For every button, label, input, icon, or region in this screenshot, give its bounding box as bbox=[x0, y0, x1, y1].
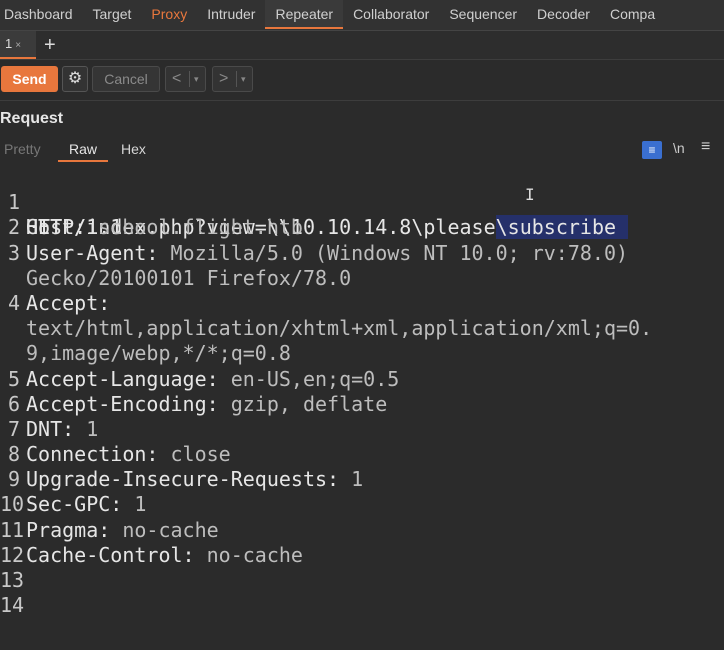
editor-line: HTTP/1.1 bbox=[0, 190, 724, 239]
header-name: Host: bbox=[26, 215, 87, 240]
editor-line: 3 User-Agent: Mozilla/5.0 (Windows NT 10.… bbox=[0, 241, 724, 266]
header-name: Connection: bbox=[26, 442, 159, 467]
editor-line: 12 Cache-Control: no-cache bbox=[0, 543, 724, 568]
divider bbox=[189, 71, 190, 87]
editor-line: 11 Pragma: no-cache bbox=[0, 518, 724, 543]
request-editor[interactable]: 1 GET /index.php?view=\\10.10.14.8\pleas… bbox=[0, 165, 724, 650]
header-value: gzip, deflate bbox=[218, 391, 388, 416]
request-view-tabs: Pretty Raw Hex bbox=[0, 138, 724, 162]
header-value: close bbox=[158, 442, 231, 467]
add-tab-icon[interactable]: + bbox=[44, 31, 56, 59]
editor-line: 8 Connection: close bbox=[0, 442, 724, 467]
editor-line: 5 Accept-Language: en-US,en;q=0.5 bbox=[0, 367, 724, 392]
header-value: text/html,application/xhtml+xml,applicat… bbox=[26, 316, 653, 341]
editor-line: 9 Upgrade-Insecure-Requests: 1 bbox=[0, 467, 724, 492]
editor-line: 13 bbox=[0, 568, 724, 593]
editor-line: 4 Accept: bbox=[0, 291, 724, 316]
header-value: Gecko/20100101 Firefox/78.0 bbox=[26, 265, 352, 290]
header-value: no-cache bbox=[110, 517, 219, 542]
editor-line: 1 GET /index.php?view=\\10.10.14.8\pleas… bbox=[0, 165, 724, 240]
gear-icon[interactable]: ⚙ bbox=[62, 66, 88, 92]
header-value: en-US,en;q=0.5 bbox=[218, 366, 400, 391]
tab-dashboard[interactable]: Dashboard bbox=[0, 0, 83, 29]
chevron-down-icon[interactable]: ▾ bbox=[241, 67, 246, 91]
repeater-tab-1[interactable]: 1 × bbox=[0, 31, 36, 59]
top-tab-bar: Dashboard Target Proxy Intruder Repeater Coll… bbox=[0, 0, 724, 31]
menu-icon[interactable]: ≡ bbox=[701, 138, 710, 156]
tab-proxy[interactable]: Proxy bbox=[141, 0, 197, 29]
tab-sequencer[interactable]: Sequencer bbox=[439, 0, 527, 29]
line-number: 14 bbox=[0, 593, 25, 618]
tab-collaborator[interactable]: Collaborator bbox=[343, 0, 439, 29]
header-value: 1 bbox=[339, 467, 364, 492]
chevron-down-icon[interactable]: ▾ bbox=[194, 67, 199, 91]
tab-comparer[interactable]: Compa bbox=[600, 0, 665, 29]
line-number: 2 bbox=[7, 215, 20, 240]
tab-intruder[interactable]: Intruder bbox=[197, 0, 265, 29]
show-newlines-toggle[interactable]: \n bbox=[673, 140, 685, 156]
editor-line: 10 Sec-GPC: 1 bbox=[0, 492, 724, 517]
history-forward-button[interactable]: > ▾ bbox=[212, 66, 253, 92]
text-cursor-icon: I bbox=[525, 185, 535, 204]
editor-line: Gecko/20100101 Firefox/78.0 bbox=[0, 266, 724, 291]
tab-target[interactable]: Target bbox=[83, 0, 142, 29]
editor-line: 6 Accept-Encoding: gzip, deflate bbox=[0, 392, 724, 417]
line-number: 13 bbox=[0, 568, 25, 592]
header-name: Accept-Encoding: bbox=[26, 391, 219, 416]
cancel-button[interactable]: Cancel bbox=[92, 66, 160, 92]
line-number: 10 bbox=[0, 492, 25, 517]
line-number: 3 bbox=[7, 240, 20, 265]
line-number: 11 bbox=[0, 517, 25, 542]
line-number: 7 bbox=[7, 416, 20, 441]
header-name: Pragma: bbox=[26, 517, 111, 542]
close-icon[interactable]: × bbox=[15, 40, 21, 51]
repeater-tab-bar: 1 × + bbox=[0, 31, 724, 60]
header-value: no-cache bbox=[194, 542, 303, 567]
tab-pretty[interactable]: Pretty bbox=[4, 138, 41, 162]
divider bbox=[236, 71, 237, 87]
header-name: Sec-GPC: bbox=[26, 492, 123, 517]
tab-decoder[interactable]: Decoder bbox=[527, 0, 600, 29]
editor-line: 9,image/webp,*/*;q=0.8 bbox=[0, 341, 724, 366]
editor-line: 2 Host: school.flight.htb bbox=[0, 215, 724, 240]
header-value: 9,image/webp,*/*;q=0.8 bbox=[26, 341, 291, 366]
editor-line: 14 bbox=[0, 593, 724, 618]
header-name: User-Agent: bbox=[26, 240, 159, 265]
header-value: school.flight.htb bbox=[86, 215, 303, 240]
wrap-lines-icon[interactable]: ≡ bbox=[642, 141, 662, 159]
line-number: 9 bbox=[7, 467, 20, 492]
editor-line: text/html,application/xhtml+xml,applicat… bbox=[0, 316, 724, 341]
tab-raw[interactable]: Raw bbox=[58, 138, 108, 162]
header-name: Accept: bbox=[26, 290, 111, 315]
line-number: 6 bbox=[7, 391, 20, 416]
line-number: 5 bbox=[7, 366, 20, 391]
line-number: 12 bbox=[0, 542, 25, 567]
header-name: Upgrade-Insecure-Requests: bbox=[26, 467, 340, 492]
repeater-tab-label: 1 bbox=[5, 36, 13, 51]
chevron-right-icon: > bbox=[219, 70, 229, 87]
header-name: DNT: bbox=[26, 416, 75, 441]
editor-line: 7 DNT: 1 bbox=[0, 417, 724, 442]
line-number: 8 bbox=[7, 442, 20, 467]
header-name: Cache-Control: bbox=[26, 542, 195, 567]
header-name: Accept-Language: bbox=[26, 366, 219, 391]
header-value: 1 bbox=[74, 416, 99, 441]
line-number: 4 bbox=[7, 290, 20, 315]
header-value: 1 bbox=[122, 492, 147, 517]
history-back-button[interactable]: < ▾ bbox=[165, 66, 206, 92]
header-value: Mozilla/5.0 (Windows NT 10.0; rv:78.0) bbox=[158, 240, 629, 265]
repeater-toolbar: Send ⚙ Cancel < ▾ > ▾ bbox=[0, 60, 724, 101]
tab-hex[interactable]: Hex bbox=[121, 138, 146, 162]
tab-repeater[interactable]: Repeater bbox=[265, 0, 344, 29]
chevron-left-icon: < bbox=[172, 70, 182, 87]
send-button[interactable]: Send bbox=[1, 66, 58, 92]
request-panel-title: Request bbox=[0, 110, 64, 127]
